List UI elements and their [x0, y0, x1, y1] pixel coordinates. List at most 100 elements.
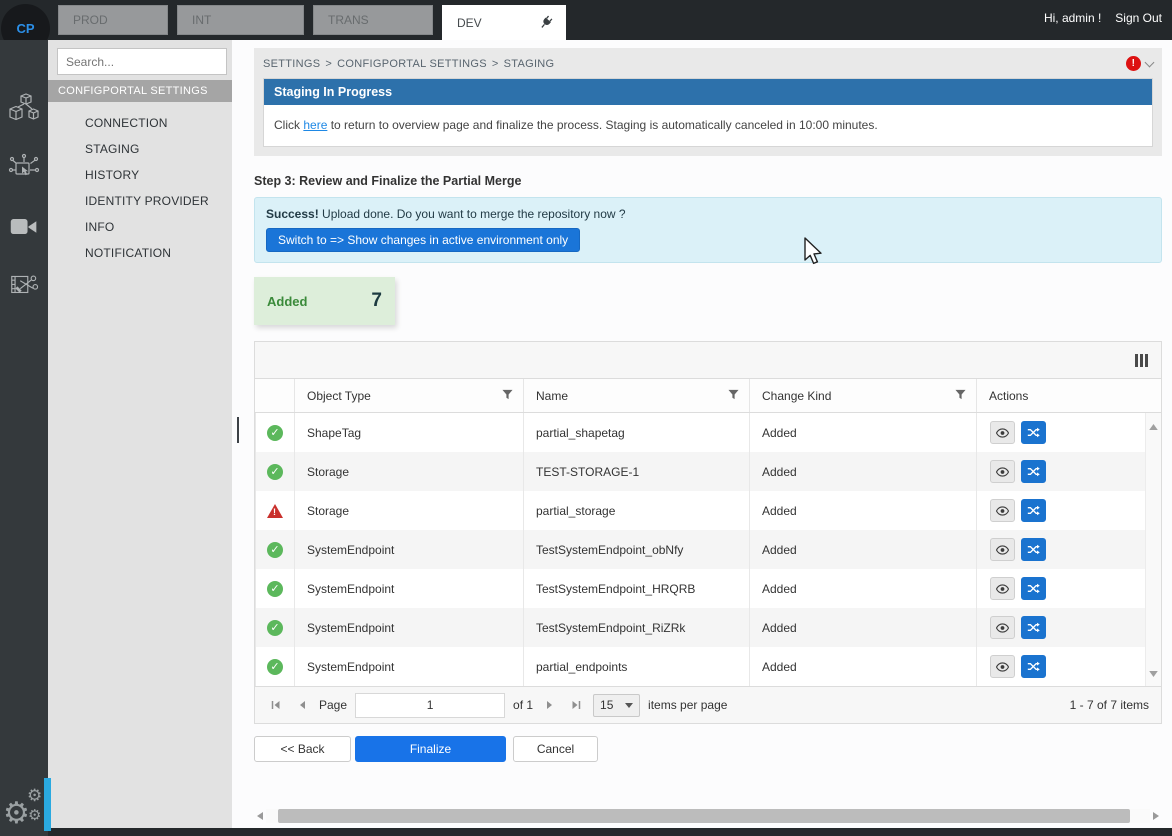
next-icon[interactable] [541, 695, 559, 715]
prev-icon[interactable] [293, 695, 311, 715]
success-message: Success! Upload done. Do you want to mer… [266, 207, 1150, 221]
name-cell: partial_shapetag [523, 413, 749, 452]
search-input[interactable] [57, 48, 227, 75]
success-message-box: Success! Upload done. Do you want to mer… [254, 197, 1162, 263]
shuffle-merge-icon[interactable] [1021, 577, 1046, 600]
funnel-icon[interactable] [955, 389, 966, 403]
env-tab-int[interactable]: INT [177, 5, 304, 35]
funnel-icon[interactable] [728, 389, 739, 403]
seek-first-icon[interactable] [267, 695, 285, 715]
workflow-touch-icon[interactable] [7, 152, 41, 191]
main-content: SETTINGS > CONFIGPORTAL SETTINGS > STAGI… [232, 40, 1172, 828]
breadcrumb-staging[interactable]: STAGING [504, 58, 555, 70]
scroll-down-icon[interactable] [1149, 664, 1158, 682]
page-size-select[interactable]: 15 [593, 694, 640, 717]
sidebar-menu-item[interactable]: STAGING [48, 136, 232, 162]
shuffle-merge-icon[interactable] [1021, 616, 1046, 639]
table-row[interactable]: SystemEndpoint TestSystemEndpoint_obNfy … [255, 530, 1145, 569]
shuffle-merge-icon[interactable] [1021, 499, 1046, 522]
shuffle-merge-icon[interactable] [1021, 460, 1046, 483]
breadcrumb-configportal-settings[interactable]: CONFIGPORTAL SETTINGS [337, 58, 487, 70]
table-row[interactable]: ShapeTag partial_shapetag Added [255, 413, 1145, 452]
wizard-buttons: << Back Finalize Cancel [254, 736, 1162, 762]
name-cell: partial_endpoints [523, 647, 749, 686]
page-number-input[interactable] [355, 693, 505, 718]
eye-icon[interactable] [990, 655, 1015, 678]
column-header-change-kind[interactable]: Change Kind [749, 379, 976, 412]
change-kind-cell: Added [749, 452, 976, 491]
overview-link[interactable]: here [303, 118, 327, 132]
table-vertical-scrollbar[interactable] [1145, 413, 1161, 686]
error-badge-icon: ! [1126, 56, 1141, 71]
column-header-name[interactable]: Name [523, 379, 749, 412]
eye-icon[interactable] [990, 499, 1015, 522]
cancel-button[interactable]: Cancel [513, 736, 598, 762]
sidebar-menu-item[interactable]: HISTORY [48, 162, 232, 188]
scroll-up-icon[interactable] [1149, 417, 1158, 435]
shuffle-merge-icon[interactable] [1021, 421, 1046, 444]
table-row[interactable]: Storage TEST-STORAGE-1 Added [255, 452, 1145, 491]
status-cell [255, 569, 294, 608]
eye-icon[interactable] [990, 577, 1015, 600]
settings-gears-icon[interactable]: ⚙ ⚙ ⚙ [3, 784, 47, 830]
staging-banner: Staging In Progress Click here to return… [263, 78, 1153, 147]
back-button[interactable]: << Back [254, 736, 351, 762]
grid-body: ShapeTag partial_shapetag Added [255, 413, 1161, 686]
eye-icon[interactable] [990, 421, 1015, 444]
sign-out-link[interactable]: Sign Out [1115, 11, 1162, 25]
status-column-header [255, 379, 294, 412]
page-label: Page [319, 698, 347, 712]
object-type-cell: Storage [294, 491, 523, 530]
change-kind-cell: Added [749, 647, 976, 686]
scrollbar-track[interactable] [266, 809, 1150, 823]
funnel-icon[interactable] [502, 389, 513, 403]
eye-icon[interactable] [990, 616, 1015, 639]
added-summary-card: Added 7 [254, 277, 395, 325]
eye-icon[interactable] [990, 538, 1015, 561]
actions-cell [976, 647, 1145, 686]
user-greeting[interactable]: Hi, admin ! [1044, 11, 1101, 25]
video-camera-icon[interactable] [9, 214, 39, 245]
sidebar-menu-item[interactable]: INFO [48, 214, 232, 240]
change-kind-cell: Added [749, 530, 976, 569]
table-row[interactable]: SystemEndpoint TestSystemEndpoint_HRQRB … [255, 569, 1145, 608]
breadcrumb-settings[interactable]: SETTINGS [263, 58, 320, 70]
object-type-cell: Storage [294, 452, 523, 491]
breadcrumb: SETTINGS > CONFIGPORTAL SETTINGS > STAGI… [263, 56, 1153, 71]
alerts-dropdown[interactable]: ! [1126, 56, 1153, 71]
object-type-cell: ShapeTag [294, 413, 523, 452]
status-cell [255, 608, 294, 647]
change-kind-cell: Added [749, 569, 976, 608]
actions-cell [976, 530, 1145, 569]
columns-icon[interactable] [1135, 354, 1148, 367]
shuffle-merge-icon[interactable] [1021, 655, 1046, 678]
sidebar-menu-item[interactable]: IDENTITY PROVIDER [48, 188, 232, 214]
change-kind-cell: Added [749, 413, 976, 452]
media-edit-icon[interactable] [8, 268, 40, 305]
env-tab-dev[interactable]: DEV [442, 5, 566, 40]
finalize-button[interactable]: Finalize [355, 736, 506, 762]
env-tab-prod[interactable]: PROD [58, 5, 168, 35]
column-header-object-type[interactable]: Object Type [294, 379, 523, 412]
settings-menu: CONNECTION STAGING HISTORY IDENTITY PROV… [48, 110, 232, 266]
env-tab-trans[interactable]: TRANS [313, 5, 433, 35]
switch-view-button[interactable]: Switch to => Show changes in active envi… [266, 228, 580, 252]
scroll-left-icon[interactable] [254, 812, 266, 820]
table-row[interactable]: SystemEndpoint TestSystemEndpoint_RiZRk … [255, 608, 1145, 647]
shuffle-merge-icon[interactable] [1021, 538, 1046, 561]
sidebar-menu-item[interactable]: NOTIFICATION [48, 240, 232, 266]
seek-last-icon[interactable] [567, 695, 585, 715]
sidebar-menu-item[interactable]: CONNECTION [48, 110, 232, 136]
active-indicator [44, 778, 51, 831]
horizontal-scrollbar[interactable] [254, 808, 1162, 824]
table-row[interactable]: SystemEndpoint partial_endpoints Added [255, 647, 1145, 686]
scroll-right-icon[interactable] [1150, 812, 1162, 820]
actions-cell [976, 491, 1145, 530]
grid-header: Object Type Name Change Kind Actions [255, 379, 1161, 413]
table-row[interactable]: Storage partial_storage Added [255, 491, 1145, 530]
scrollbar-thumb[interactable] [278, 809, 1130, 823]
cubes-icon[interactable] [7, 92, 41, 131]
items-per-page-label: items per page [648, 698, 727, 712]
name-cell: partial_storage [523, 491, 749, 530]
eye-icon[interactable] [990, 460, 1015, 483]
